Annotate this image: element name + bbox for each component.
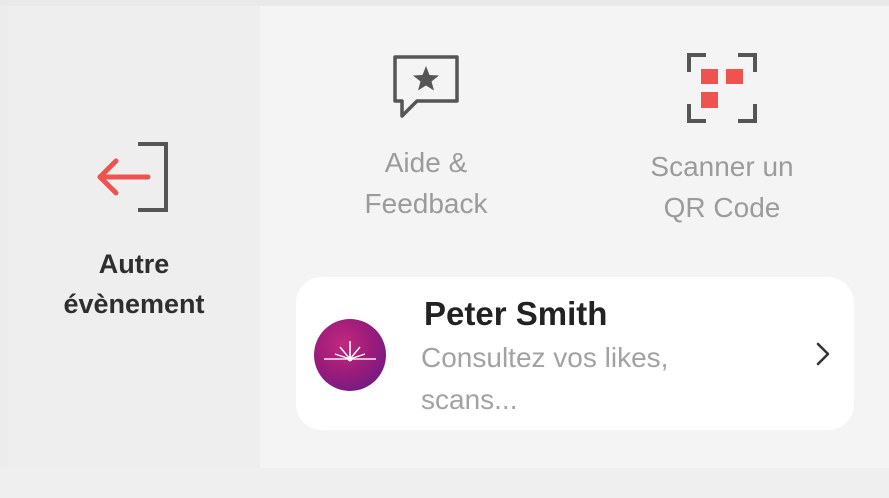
- profile-subtitle: Consultez vos likes, scans...: [421, 342, 669, 415]
- event-logo-avatar: [314, 319, 386, 391]
- qr-scan-icon: [687, 53, 757, 123]
- spark-logo-icon: [324, 341, 376, 362]
- profile-card[interactable]: Peter Smith Consultez vos likes, scans..…: [296, 277, 854, 430]
- scan-qr-label: Scanner un QR Code: [650, 151, 794, 223]
- help-feedback-label: Aide & Feedback: [364, 147, 488, 219]
- other-event-button[interactable]: Autre évènement: [8, 140, 260, 324]
- scan-qr-button[interactable]: Scanner un QR Code: [622, 52, 822, 228]
- help-feedback-button[interactable]: Aide & Feedback: [326, 52, 526, 224]
- exit-arrow-icon: [97, 142, 168, 212]
- profile-name: Peter Smith: [424, 295, 608, 332]
- chevron-right-icon: [816, 342, 830, 366]
- bottom-strip: [0, 468, 889, 498]
- star-speech-bubble-icon: [393, 55, 459, 118]
- other-event-label: Autre évènement: [63, 249, 205, 319]
